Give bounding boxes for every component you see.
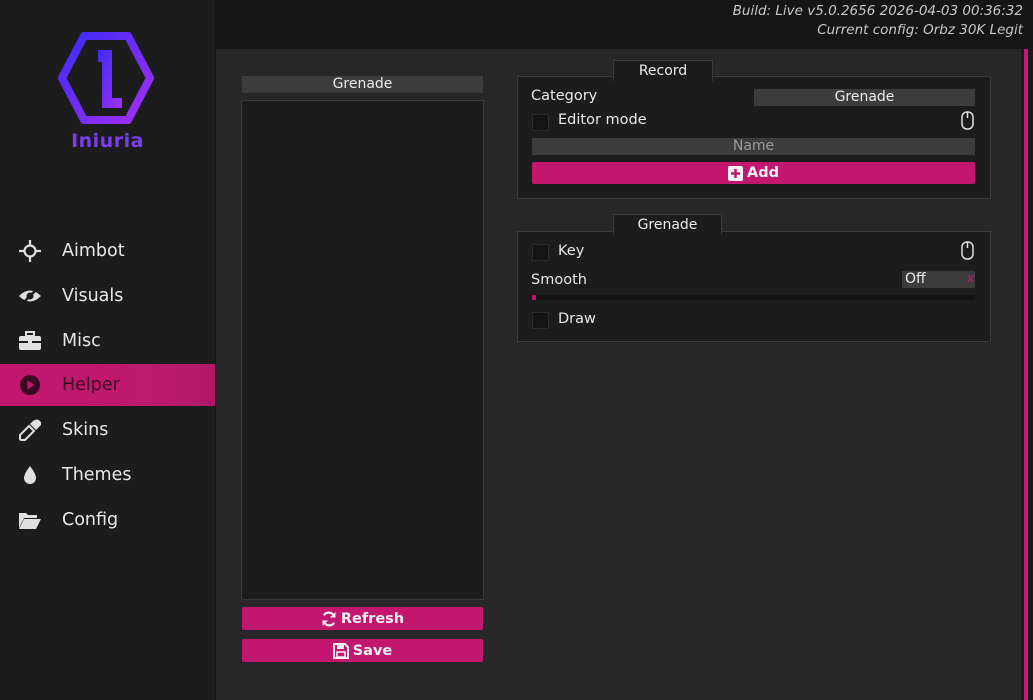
sidebar-item-visuals[interactable]: Visuals: [0, 275, 215, 317]
save-icon: [332, 642, 349, 659]
category-dropdown[interactable]: Grenade: [754, 89, 975, 106]
sidebar-item-label: Helper: [62, 375, 120, 395]
refresh-button[interactable]: Refresh: [242, 607, 483, 630]
sidebar-item-label: Skins: [62, 420, 109, 440]
add-button[interactable]: Add: [532, 162, 975, 184]
smooth-label: Smooth: [531, 272, 587, 288]
refresh-label: Refresh: [340, 610, 405, 627]
play-circle-icon: [15, 374, 45, 396]
toolbox-icon: [15, 331, 45, 351]
iniuria-logo-icon: [58, 32, 154, 124]
grenade-list-header[interactable]: Grenade: [242, 76, 483, 93]
sidebar-item-themes[interactable]: Themes: [0, 454, 215, 496]
folder-open-icon: [15, 511, 45, 530]
eyedropper-icon: [15, 419, 45, 441]
category-label: Category: [531, 88, 598, 104]
build-info: Build: Live v5.0.2656 2026-04-03 00:36:3…: [733, 2, 1023, 40]
sidebar-item-misc[interactable]: Misc: [0, 320, 215, 362]
sidebar-item-label: Visuals: [62, 286, 124, 306]
eye-icon: [15, 287, 45, 305]
editor-mode-checkbox[interactable]: [532, 114, 549, 131]
sidebar-item-label: Config: [62, 510, 119, 530]
smooth-value: Off: [905, 271, 926, 287]
key-label: Key: [558, 243, 585, 259]
save-label: Save: [352, 642, 393, 659]
draw-label: Draw: [558, 311, 596, 327]
smooth-slider-handle[interactable]: [532, 295, 536, 300]
record-tab: Record: [613, 60, 713, 81]
sidebar-item-label: Themes: [62, 465, 132, 485]
mouse-keybind-icon[interactable]: [961, 111, 974, 130]
sidebar-item-helper[interactable]: Helper: [0, 364, 215, 406]
smooth-clear-icon[interactable]: x: [967, 270, 974, 287]
build-line: Build: Live v5.0.2656 2026-04-03 00:36:3…: [732, 3, 1023, 19]
sidebar-item-aimbot[interactable]: Aimbot: [0, 230, 215, 272]
brand-name: Iniuria: [71, 130, 144, 152]
sidebar: Iniuria Aimbot Visuals Misc Helper Skins: [0, 0, 215, 700]
crosshair-icon: [15, 240, 45, 262]
smooth-value-box[interactable]: Off x: [902, 271, 975, 288]
current-config-line: Current config: Orbz 30K Legit: [817, 22, 1023, 38]
sidebar-item-label: Aimbot: [62, 241, 125, 261]
key-checkbox[interactable]: [532, 244, 549, 261]
scrollbar[interactable]: [1021, 49, 1033, 700]
mouse-keybind-icon[interactable]: [961, 241, 974, 260]
grenade-tab: Grenade: [613, 214, 722, 235]
draw-checkbox[interactable]: [532, 312, 549, 329]
name-input[interactable]: Name: [532, 138, 975, 155]
smooth-slider[interactable]: [532, 295, 975, 300]
grenade-list[interactable]: [241, 100, 484, 600]
add-label: Add: [747, 165, 779, 181]
plus-square-icon: [728, 165, 743, 181]
droplet-icon: [15, 465, 45, 485]
sidebar-item-skins[interactable]: Skins: [0, 409, 215, 451]
sidebar-item-config[interactable]: Config: [0, 499, 215, 541]
editor-mode-label: Editor mode: [558, 112, 647, 128]
sidebar-item-label: Misc: [62, 331, 101, 351]
refresh-icon: [322, 611, 336, 626]
save-button[interactable]: Save: [242, 639, 483, 662]
